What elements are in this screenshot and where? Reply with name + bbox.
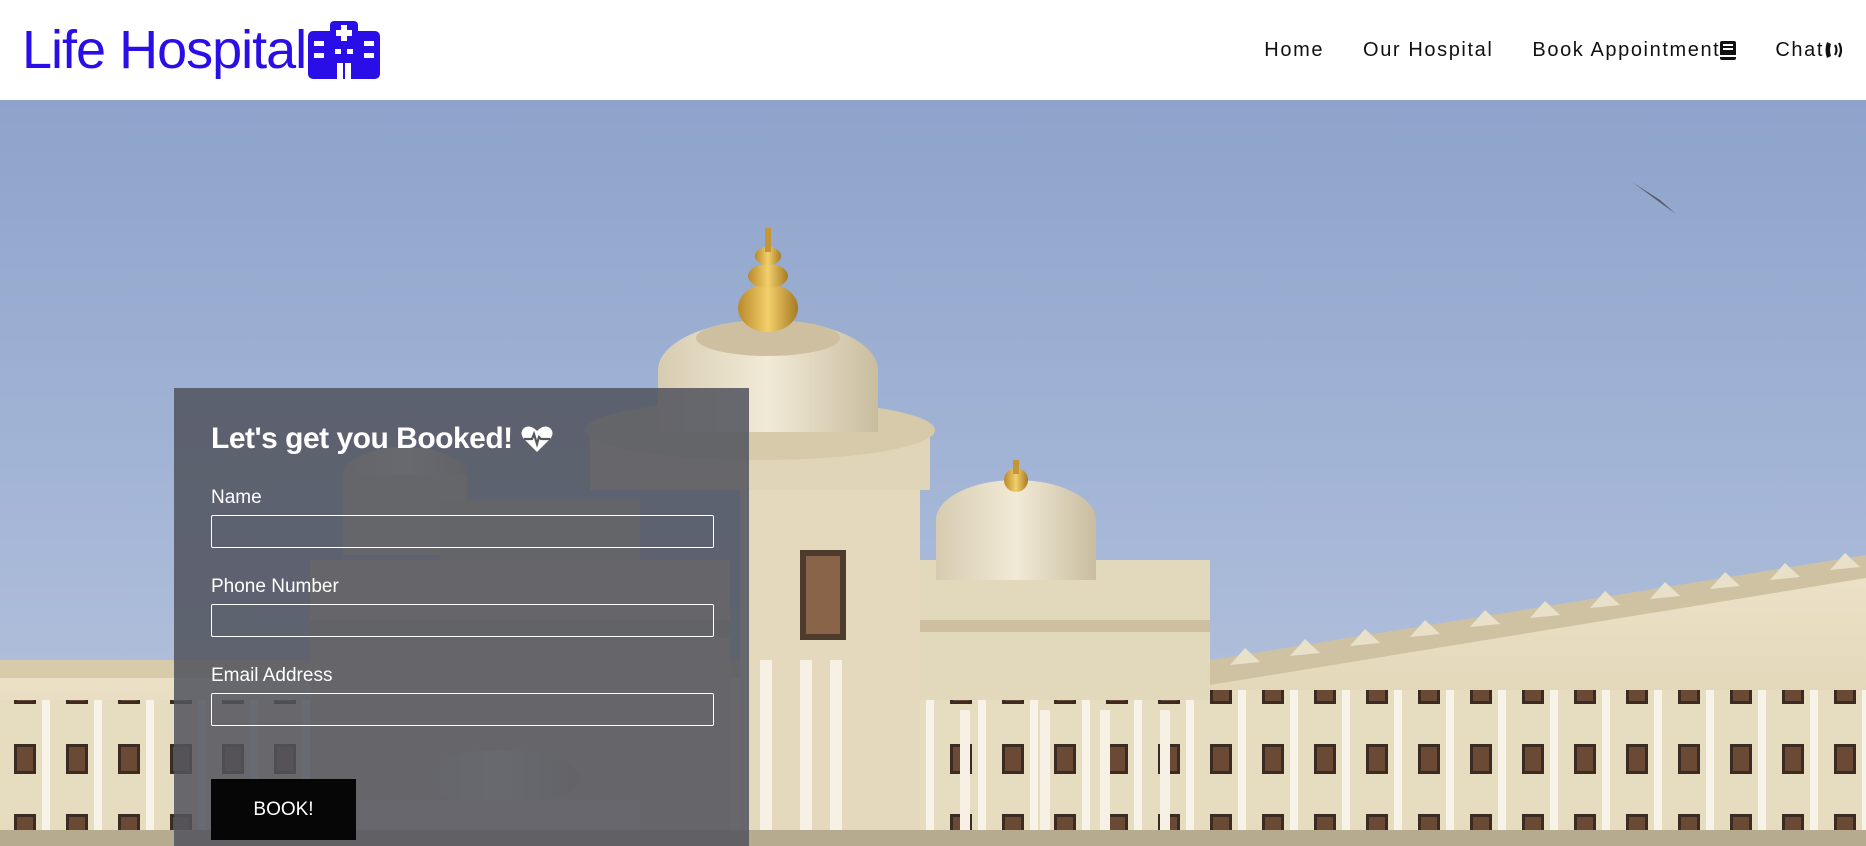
nav-book-appointment[interactable]: Book Appointment: [1532, 39, 1737, 62]
nav-our-hospital[interactable]: Our Hospital: [1363, 39, 1493, 62]
phone-volume-icon: [1825, 42, 1843, 58]
booking-form: Let's get you Booked! Name Phone Number …: [174, 388, 749, 846]
heartbeat-icon: [521, 426, 553, 452]
email-input[interactable]: [211, 693, 714, 726]
email-field-group: Email Address: [211, 666, 715, 726]
brand-name: Life Hospital: [22, 20, 307, 80]
name-input[interactable]: [211, 515, 714, 548]
name-field-group: Name: [211, 488, 715, 548]
nav-home[interactable]: Home: [1264, 39, 1324, 62]
booking-title: Let's get you Booked!: [211, 424, 715, 454]
book-icon: [1720, 40, 1737, 60]
phone-label: Phone Number: [211, 576, 339, 597]
nav-chat[interactable]: Chat: [1775, 39, 1846, 62]
phone-input[interactable]: [211, 604, 714, 637]
name-label: Name: [211, 487, 262, 508]
book-button[interactable]: BOOK!: [211, 779, 356, 840]
phone-field-group: Phone Number: [211, 577, 715, 637]
hero-banner: Let's get you Booked! Name Phone Number …: [0, 100, 1866, 846]
main-nav: Home Our Hospital Book Appointment Chat: [1225, 39, 1846, 62]
email-label: Email Address: [211, 665, 333, 686]
site-header: Life Hospital Home Our Hospital Book App…: [0, 0, 1866, 100]
hospital-icon: [308, 21, 381, 79]
brand-logo[interactable]: Life Hospital: [22, 20, 381, 80]
